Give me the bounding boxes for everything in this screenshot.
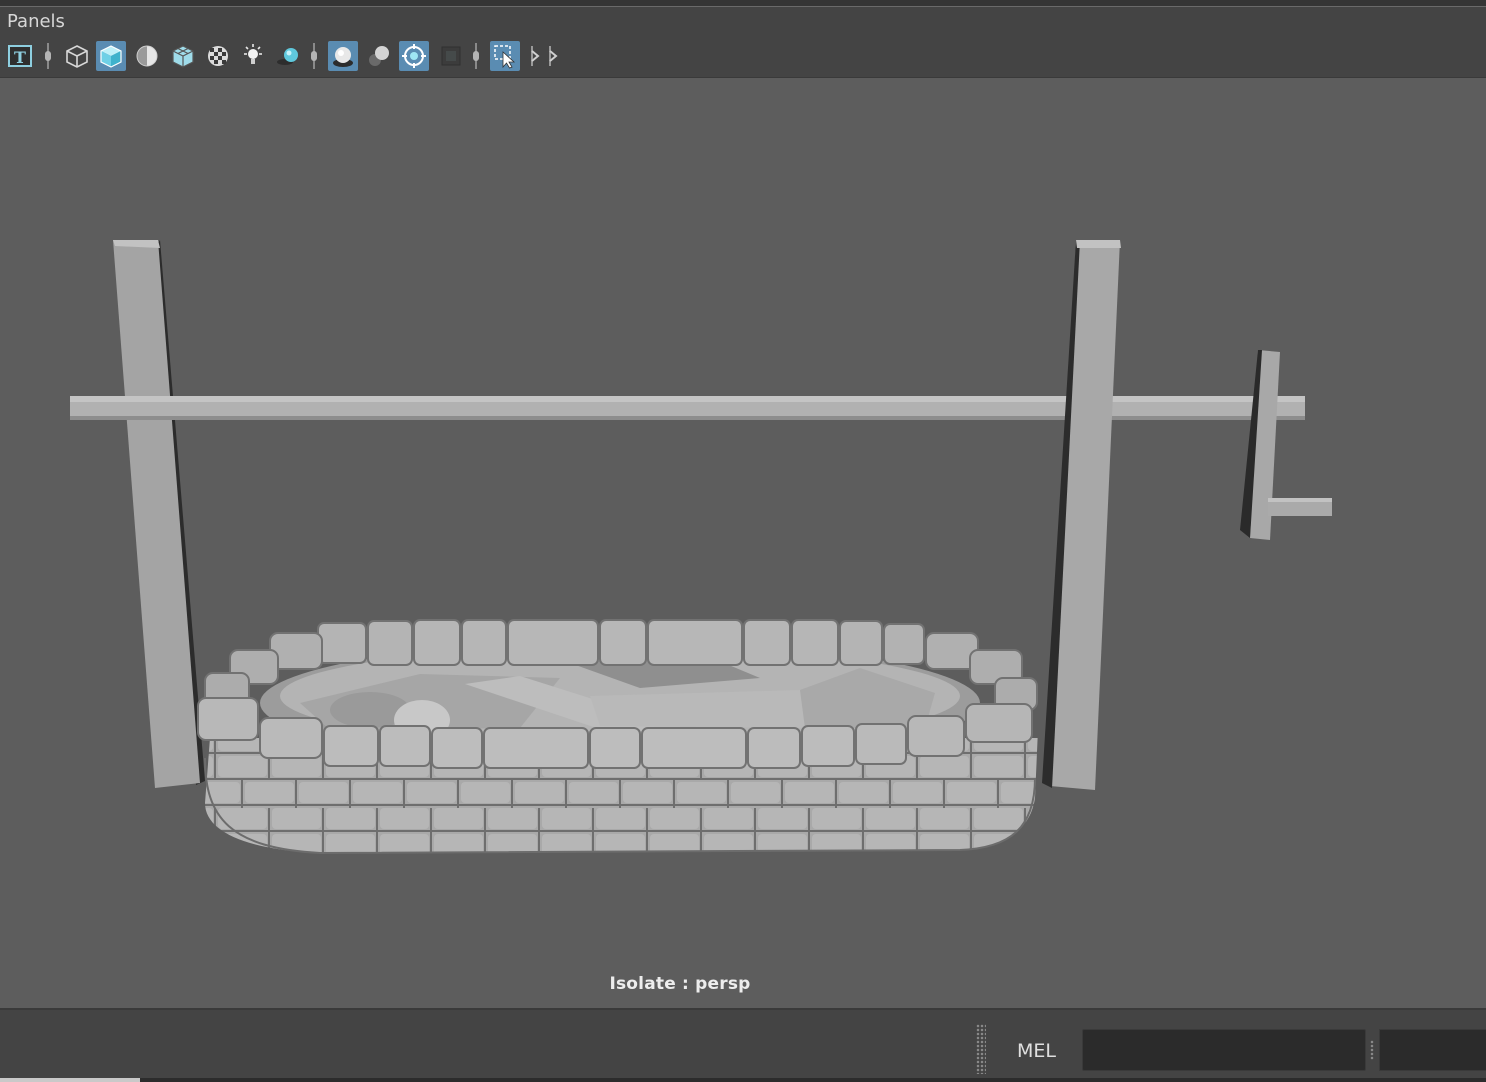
toolbar-separator[interactable] xyxy=(473,43,479,69)
smooth-shade-cube-icon[interactable] xyxy=(96,41,126,71)
light-bulb-icon[interactable] xyxy=(238,41,268,71)
wireframe-on-shaded-icon[interactable] xyxy=(168,41,198,71)
viewport-3d[interactable]: Isolate : persp xyxy=(0,78,1486,1008)
expand-right-icon[interactable] xyxy=(528,41,542,71)
command-line-bar: MEL xyxy=(0,1008,1486,1082)
command-input[interactable] xyxy=(1082,1029,1366,1071)
viewport-caption: Isolate : persp xyxy=(609,974,751,994)
panels-menu[interactable]: Panels xyxy=(7,11,65,32)
progress-strip xyxy=(0,1078,140,1082)
motion-blur-icon[interactable] xyxy=(364,41,394,71)
ambient-occlusion-icon[interactable] xyxy=(328,41,358,71)
select-tool-icon[interactable] xyxy=(490,41,520,71)
wireframe-cube-icon[interactable] xyxy=(62,41,92,71)
isolate-select-icon[interactable] xyxy=(399,41,429,71)
drag-handle[interactable] xyxy=(1370,1040,1374,1060)
window-top-strip xyxy=(0,0,1486,7)
shadows-icon[interactable] xyxy=(273,41,303,71)
checker-texture-icon[interactable] xyxy=(203,41,233,71)
toolbar-separator[interactable] xyxy=(311,43,317,69)
toolbar-separator[interactable] xyxy=(45,43,51,69)
viewport-toolbar: T xyxy=(0,35,1486,78)
mel-label[interactable]: MEL xyxy=(1017,1040,1056,1062)
shaded-sphere-icon[interactable] xyxy=(132,41,162,71)
command-result-field[interactable] xyxy=(1379,1029,1486,1071)
drag-handle[interactable] xyxy=(976,1024,986,1074)
expand-right-icon[interactable] xyxy=(546,41,560,71)
well-model[interactable] xyxy=(0,78,1486,1008)
svg-text:T: T xyxy=(14,48,26,67)
xray-icon[interactable] xyxy=(436,41,466,71)
bottom-strip xyxy=(140,1078,1486,1082)
panel-menubar: Panels xyxy=(0,7,1486,35)
text-icon[interactable]: T xyxy=(5,41,35,71)
